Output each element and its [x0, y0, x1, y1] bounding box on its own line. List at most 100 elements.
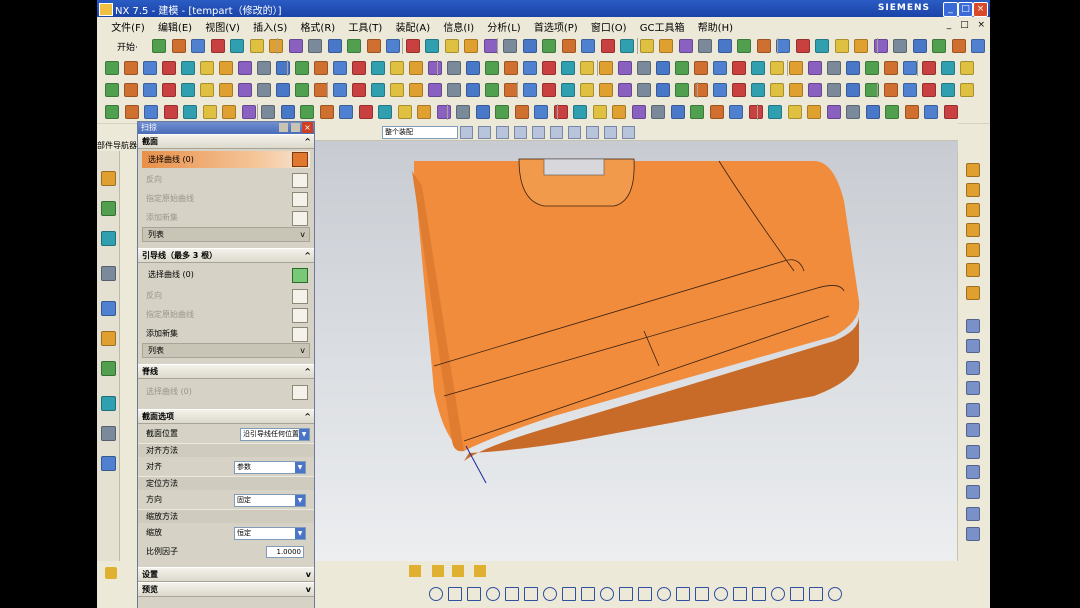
surface-icon[interactable]: [276, 83, 290, 97]
surface-icon[interactable]: [884, 83, 898, 97]
sketch-curve-icon[interactable]: [543, 587, 557, 601]
spine-select-curve[interactable]: 选择曲线 (0): [138, 379, 314, 405]
edit-icon[interactable]: [436, 105, 451, 119]
edit-icon[interactable]: [612, 105, 626, 119]
sketch-curve-icon[interactable]: [752, 587, 766, 601]
edit-icon[interactable]: [163, 105, 178, 119]
surface-icon[interactable]: [447, 83, 461, 97]
surface-icon[interactable]: [580, 83, 594, 97]
section-select-curve[interactable]: 选择曲线 (0): [142, 151, 310, 168]
feature-icon[interactable]: [789, 61, 803, 75]
surface-icon[interactable]: [713, 83, 727, 97]
origin-curve-icon[interactable]: [292, 192, 308, 207]
tool-icon[interactable]: [620, 39, 634, 53]
feature-icon[interactable]: [561, 61, 575, 75]
menu-window[interactable]: 窗口(O): [586, 17, 632, 36]
view-tool-icon[interactable]: [966, 223, 980, 237]
menu-gc-toolkit[interactable]: GC工具箱: [635, 17, 690, 36]
guide-add-new-set[interactable]: 添加新集: [138, 324, 314, 343]
surface-icon[interactable]: [295, 83, 309, 97]
edit-icon[interactable]: [826, 105, 841, 119]
view-tool-icon[interactable]: [966, 423, 980, 437]
menu-tools[interactable]: 工具(T): [343, 17, 387, 36]
tool-icon[interactable]: [327, 39, 342, 53]
edit-icon[interactable]: [319, 105, 334, 119]
dialog-reset-icon[interactable]: [279, 123, 288, 132]
feature-icon[interactable]: [599, 61, 613, 75]
feature-icon[interactable]: [542, 61, 556, 75]
section-specify-origin[interactable]: 指定原始曲线: [138, 189, 314, 208]
guide-list-toggle[interactable]: 列表 v: [142, 343, 310, 358]
view-tool-icon[interactable]: [966, 183, 980, 197]
surface-icon[interactable]: [238, 83, 252, 97]
feature-icon[interactable]: [466, 61, 480, 75]
dropdown-arrow-icon[interactable]: ▼: [295, 495, 305, 506]
view-tool-icon[interactable]: [966, 339, 980, 353]
surface-icon[interactable]: [466, 83, 480, 97]
edit-icon[interactable]: [807, 105, 821, 119]
edit-icon[interactable]: [943, 105, 958, 119]
surface-icon[interactable]: [504, 83, 518, 97]
edit-icon[interactable]: [456, 105, 470, 119]
tool-icon[interactable]: [347, 39, 361, 53]
view-tool-icon[interactable]: [966, 163, 980, 177]
edit-icon[interactable]: [553, 105, 568, 119]
tool-icon[interactable]: [971, 39, 985, 53]
menu-analysis[interactable]: 分析(L): [482, 17, 525, 36]
tool-icon[interactable]: [932, 39, 946, 53]
menu-file[interactable]: 文件(F): [106, 17, 150, 36]
tool-icon[interactable]: [269, 39, 283, 53]
edit-icon[interactable]: [885, 105, 899, 119]
curve-rule-icon[interactable]: [478, 126, 491, 139]
feature-icon[interactable]: [105, 61, 119, 75]
spine-group-header[interactable]: 脊线 ^: [138, 364, 314, 379]
sketch-curve-icon[interactable]: [429, 587, 443, 601]
surface-icon[interactable]: [561, 83, 575, 97]
feature-icon[interactable]: [865, 61, 879, 75]
sketch-curve-icon[interactable]: [676, 587, 690, 601]
feature-icon[interactable]: [124, 61, 138, 75]
chevron-up-icon[interactable]: ^: [304, 365, 311, 378]
resource-tab-icon[interactable]: [101, 301, 116, 316]
view-tool-icon[interactable]: [966, 403, 980, 417]
view-tool-icon[interactable]: [966, 507, 980, 521]
surface-icon[interactable]: [143, 83, 157, 97]
surface-icon[interactable]: [789, 83, 803, 97]
surface-icon[interactable]: [941, 83, 955, 97]
curve-select-icon[interactable]: [292, 152, 308, 167]
tool-icon[interactable]: [249, 39, 264, 53]
dialog-close-button[interactable]: ×: [302, 122, 313, 133]
edit-icon[interactable]: [378, 105, 392, 119]
edit-icon[interactable]: [631, 105, 646, 119]
orientation-dropdown[interactable]: 固定 ▼: [234, 494, 306, 507]
tool-icon[interactable]: [815, 39, 829, 53]
feature-icon[interactable]: [941, 61, 955, 75]
tool-icon[interactable]: [308, 39, 322, 53]
edit-icon[interactable]: [768, 105, 782, 119]
surface-icon[interactable]: [314, 83, 328, 97]
feature-icon[interactable]: [295, 61, 309, 75]
sketch-curve-icon[interactable]: [809, 587, 823, 601]
resource-tab-icon[interactable]: [101, 331, 116, 346]
tool-icon[interactable]: [600, 39, 615, 53]
tool-icon[interactable]: [210, 39, 225, 53]
feature-icon[interactable]: [200, 61, 214, 75]
spine-curve-icon[interactable]: [292, 385, 308, 400]
feature-icon[interactable]: [447, 61, 461, 75]
sketch-curve-icon[interactable]: [448, 587, 462, 601]
sketch-curve-icon[interactable]: [562, 587, 576, 601]
tool-icon[interactable]: [386, 39, 400, 53]
guide-curve-select-icon[interactable]: [292, 268, 308, 283]
tool-icon[interactable]: [639, 39, 654, 53]
edit-icon[interactable]: [690, 105, 704, 119]
guide-add-set-icon[interactable]: [292, 327, 308, 342]
view-tool-icon[interactable]: [966, 243, 980, 257]
tool-icon[interactable]: [444, 39, 459, 53]
tool-icon[interactable]: [854, 39, 868, 53]
chevron-down-icon[interactable]: v: [306, 583, 311, 596]
snap-existing-point-icon[interactable]: [604, 126, 617, 139]
sketch-curve-icon[interactable]: [524, 587, 538, 601]
tool-icon[interactable]: [464, 39, 478, 53]
surface-icon[interactable]: [751, 83, 765, 97]
tool-icon[interactable]: [405, 39, 420, 53]
